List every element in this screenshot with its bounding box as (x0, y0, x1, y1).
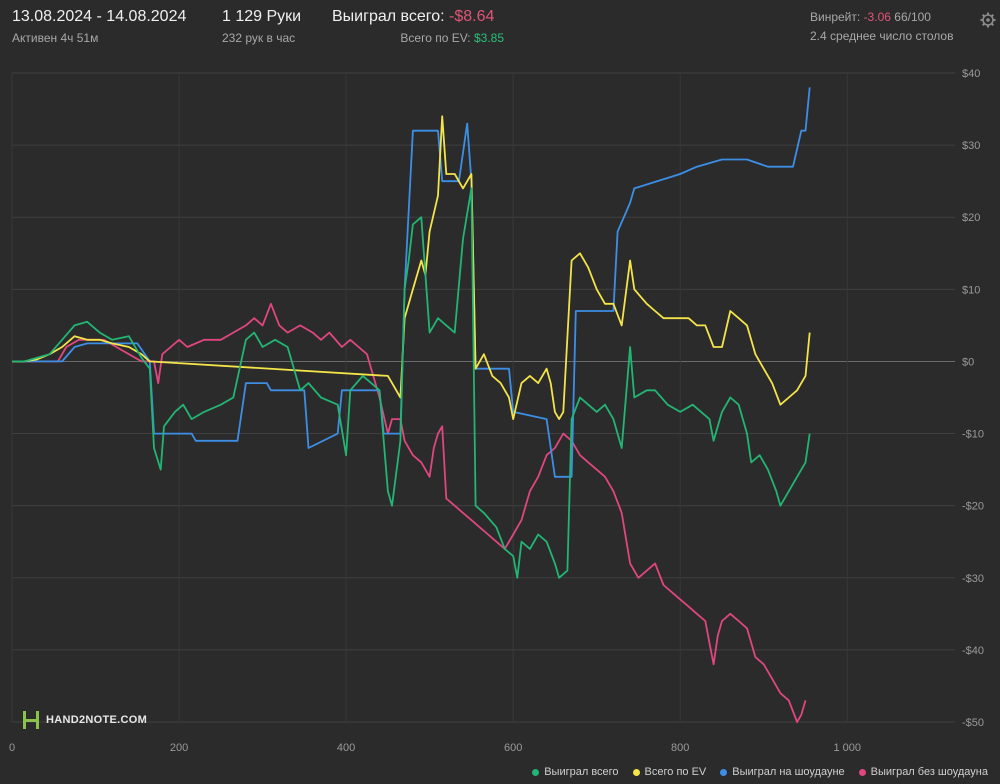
legend-item-won-total[interactable]: Выиграл всего (532, 766, 619, 778)
chart-header: 13.08.2024 - 14.08.2024 Активен 4ч 51м 1… (0, 0, 1000, 56)
x-tick-label: 400 (337, 742, 355, 754)
avg-tables: 2.4 среднее число столов (810, 29, 954, 43)
active-time: Активен 4ч 51м (12, 31, 99, 45)
series-layer (12, 87, 811, 723)
y-tick-label: -$50 (962, 717, 984, 729)
y-tick-label: $40 (962, 68, 980, 80)
legend-item-showdown[interactable]: Выиграл на шоудауне (720, 766, 845, 778)
hands-count: 1 129 Руки (222, 8, 302, 25)
winrate-label: Винрейт: (810, 10, 861, 24)
legend-item-non-showdown[interactable]: Выиграл без шоудауна (858, 766, 988, 778)
hand2note-logo: HAND2NOTE.COM (22, 710, 147, 730)
y-tick-label: $20 (962, 212, 980, 224)
hand2note-logo-text: HAND2NOTE.COM (46, 714, 148, 726)
x-tick-label: 0 (9, 742, 15, 754)
hand2note-logo-icon (23, 711, 39, 729)
x-tick-label: 600 (504, 742, 522, 754)
series-line-showdown (12, 87, 811, 478)
legend-item-ev[interactable]: Всего по EV (632, 766, 707, 778)
y-tick-label: $30 (962, 140, 980, 152)
legend-dot-showdown (720, 768, 728, 776)
y-tick-label: $10 (962, 284, 980, 296)
legend-label-won-total: Выиграл всего (544, 766, 619, 778)
ev-label: Всего по EV: (400, 31, 471, 45)
x-tick-labels: 0 200 400 600 800 1 000 (9, 742, 861, 754)
y-tick-label: -$20 (962, 501, 984, 513)
series-line-won-total (12, 187, 811, 579)
legend-dot-ev (632, 768, 640, 776)
x-tick-label: 800 (671, 742, 689, 754)
legend-dot-non-showdown (858, 768, 866, 776)
legend-dot-won-total (532, 768, 540, 776)
y-tick-label: $0 (962, 356, 974, 368)
date-range: 13.08.2024 - 14.08.2024 (12, 8, 187, 25)
ev-value: $3.85 (473, 31, 504, 45)
chart-legend: Выиграл всего Всего по EV Выиграл на шоу… (532, 766, 988, 778)
legend-label-ev: Всего по EV (644, 766, 707, 778)
y-tick-label: -$10 (962, 429, 984, 441)
y-tick-labels: $40 $30 $20 $10 $0 -$10 -$20 -$30 -$40 -$50 (962, 68, 984, 729)
legend-label-non-showdown: Выиграл без шоудауна (870, 766, 988, 778)
y-tick-label: -$40 (962, 645, 984, 657)
won-total-value: -$8.64 (449, 8, 495, 25)
winnings-chart: $40 $30 $20 $10 $0 -$10 -$20 -$30 -$40 -$50 0 200 4… (9, 68, 984, 754)
winrate: Винрейт: -3.06 66/100 (810, 10, 931, 24)
grid-layer (11, 72, 955, 723)
x-tick-label: 200 (170, 742, 188, 754)
y-tick-label: -$30 (962, 573, 984, 585)
ev-total: Всего по EV: $3.85 (400, 31, 504, 45)
legend-label-showdown: Выиграл на шоудауне (732, 766, 845, 778)
hands-per-hour: 232 рук в час (222, 31, 296, 45)
gear-icon[interactable] (980, 12, 996, 28)
x-tick-label: 1 000 (833, 742, 861, 754)
won-total-label: Выиграл всего: (332, 8, 445, 25)
series-line-non-showdown (12, 302, 807, 723)
won-total: Выиграл всего: -$8.64 (332, 8, 494, 26)
winrate-value: -3.06 (863, 10, 891, 24)
winrate-suffix: 66/100 (894, 10, 931, 24)
